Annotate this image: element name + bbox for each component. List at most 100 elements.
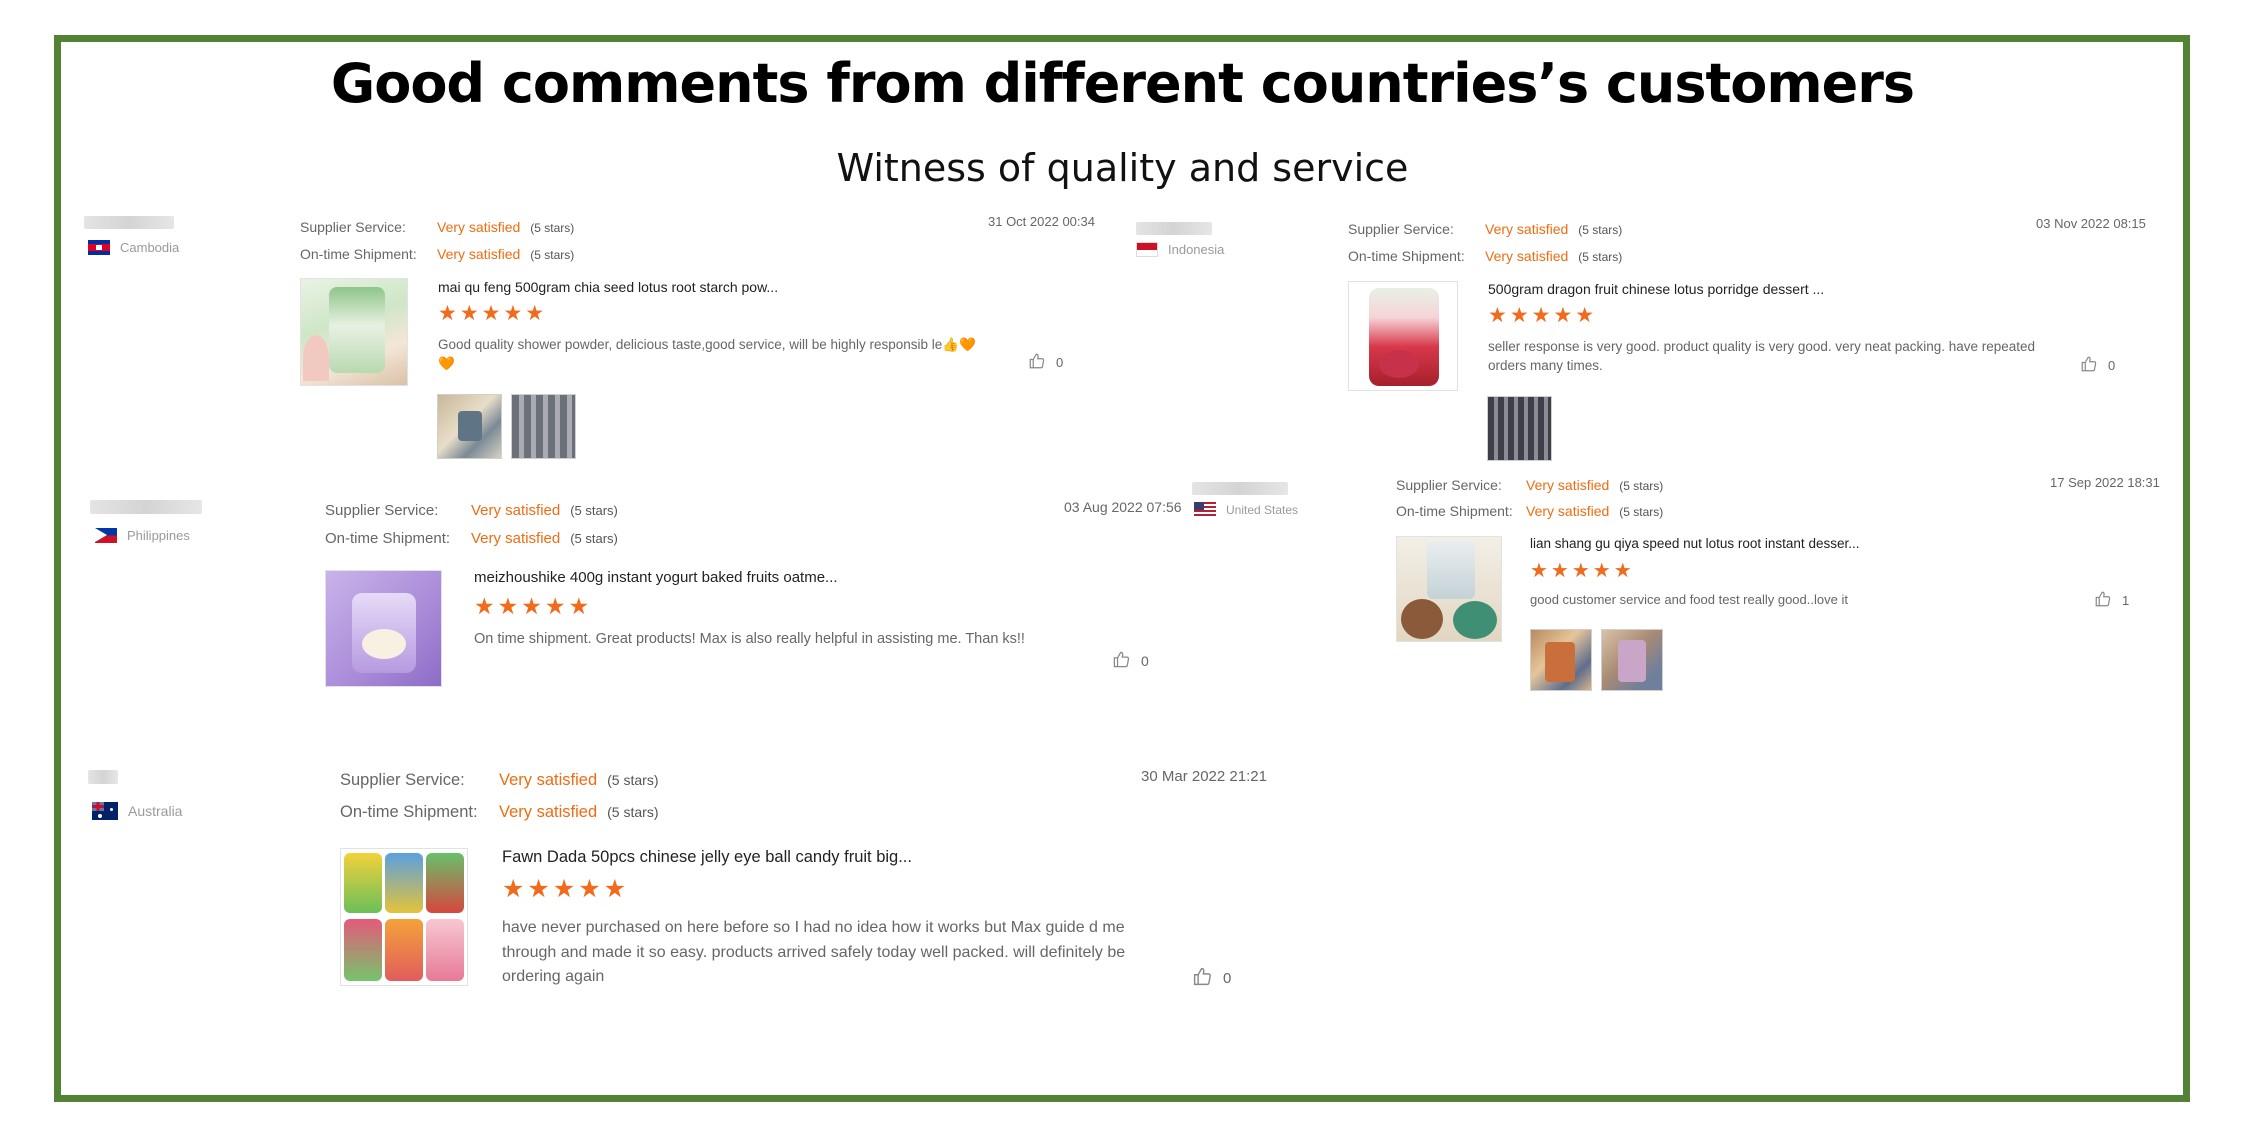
supplier-service-value: Very satisfied xyxy=(1526,477,1610,493)
review-comment: have never purchased on here before so I… xyxy=(502,919,1126,985)
page-title: Good comments from different countries’s… xyxy=(330,52,1915,115)
like-count: 1 xyxy=(2122,593,2130,608)
like-button[interactable]: 0 xyxy=(1192,966,1231,991)
review-comment: good customer service and food test real… xyxy=(1530,592,1848,607)
supplier-service-value: Very satisfied xyxy=(499,771,598,789)
philippines-flag-icon xyxy=(95,528,117,543)
shipment-row: On-time Shipment: Very satisfied (5 star… xyxy=(300,241,574,268)
product-title[interactable]: Fawn Dada 50pcs chinese jelly eye ball c… xyxy=(502,848,912,867)
supplier-service-row: Supplier Service: Very satisfied (5 star… xyxy=(300,214,574,241)
country-name: Cambodia xyxy=(120,240,180,255)
shipment-stars: (5 stars) xyxy=(1619,505,1664,519)
page-subtitle: Witness of quality and service xyxy=(836,146,1409,190)
like-button[interactable]: 1 xyxy=(2094,590,2129,611)
country-name: Australia xyxy=(128,803,183,819)
reviewer-country: Cambodia xyxy=(88,240,179,255)
like-button[interactable]: 0 xyxy=(1028,352,1063,373)
supplier-service-row: Supplier Service: Very satisfied (5 star… xyxy=(1396,473,1663,499)
product-title[interactable]: mai qu feng 500gram chia seed lotus root… xyxy=(438,279,778,295)
review-photo[interactable] xyxy=(437,394,502,459)
supplier-service-value: Very satisfied xyxy=(471,502,561,519)
supplier-service-stars: (5 stars) xyxy=(1619,479,1664,493)
supplier-service-stars: (5 stars) xyxy=(1578,223,1623,237)
star-rating: ★★★★★ xyxy=(1488,304,1598,327)
review-photo[interactable] xyxy=(1487,396,1552,461)
product-image[interactable] xyxy=(1348,281,1458,391)
like-button[interactable]: 0 xyxy=(1112,650,1149,672)
reviewer-name-blurred xyxy=(84,216,174,229)
review-comment: Good quality shower powder, delicious ta… xyxy=(438,337,976,371)
star-rating: ★★★★★ xyxy=(474,593,593,619)
supplier-service-label: Supplier Service: xyxy=(340,771,465,789)
shipment-value: Very satisfied xyxy=(1485,248,1569,264)
review-date: 31 Oct 2022 00:34 xyxy=(988,214,1095,229)
thumbs-up-icon xyxy=(1028,352,1046,373)
country-name: United States xyxy=(1226,502,1299,517)
star-rating: ★★★★★ xyxy=(502,875,630,903)
country-name: Indonesia xyxy=(1168,242,1225,257)
shipment-stars: (5 stars) xyxy=(570,531,618,546)
supplier-service-label: Supplier Service: xyxy=(300,219,406,235)
ratings-block: Supplier Service: Very satisfied (5 star… xyxy=(300,214,574,268)
thumbs-up-icon xyxy=(2080,355,2098,376)
supplier-service-value: Very satisfied xyxy=(1485,221,1569,237)
product-image[interactable] xyxy=(340,848,468,986)
star-rating: ★★★★★ xyxy=(438,302,548,325)
shipment-row: On-time Shipment: Very satisfied (5 star… xyxy=(1396,499,1663,525)
review-comment: seller response is very good. product qu… xyxy=(1488,339,2036,373)
product-title[interactable]: 500gram dragon fruit chinese lotus porri… xyxy=(1488,281,1824,297)
review-photo[interactable] xyxy=(511,394,576,459)
shipment-label: On-time Shipment: xyxy=(1348,248,1465,264)
reviewer-country: Australia xyxy=(92,802,182,820)
review-date: 30 Mar 2022 21:21 xyxy=(1141,768,1267,785)
shipment-stars: (5 stars) xyxy=(607,804,659,820)
ratings-block: Supplier Service: Very satisfied (5 star… xyxy=(1348,216,1622,270)
like-count: 0 xyxy=(2108,358,2116,373)
shipment-value: Very satisfied xyxy=(1526,503,1610,519)
shipment-label: On-time Shipment: xyxy=(340,803,478,821)
shipment-value: Very satisfied xyxy=(471,530,561,547)
ratings-block: Supplier Service: Very satisfied (5 star… xyxy=(340,764,658,828)
supplier-service-stars: (5 stars) xyxy=(607,772,659,788)
supplier-service-label: Supplier Service: xyxy=(325,502,439,519)
product-title[interactable]: meizhoushike 400g instant yogurt baked f… xyxy=(474,569,838,586)
reviewer-name-blurred xyxy=(88,770,118,784)
shipment-row: On-time Shipment: Very satisfied (5 star… xyxy=(340,796,658,828)
like-button[interactable]: 0 xyxy=(2080,355,2115,376)
review-photos xyxy=(1487,396,1552,461)
shipment-value: Very satisfied xyxy=(437,246,521,262)
like-count: 0 xyxy=(1056,355,1064,370)
reviewer-name-blurred xyxy=(1136,222,1212,235)
shipment-stars: (5 stars) xyxy=(1578,250,1623,264)
review-date: 03 Aug 2022 07:56 xyxy=(1064,499,1182,515)
shipment-row: On-time Shipment: Very satisfied (5 star… xyxy=(1348,243,1622,270)
thumbs-up-icon xyxy=(2094,590,2112,611)
review-photo[interactable] xyxy=(1601,629,1663,691)
product-image[interactable] xyxy=(1396,536,1502,642)
supplier-service-stars: (5 stars) xyxy=(570,503,618,518)
supplier-service-row: Supplier Service: Very satisfied (5 star… xyxy=(340,764,658,796)
supplier-service-label: Supplier Service: xyxy=(1396,477,1502,493)
shipment-label: On-time Shipment: xyxy=(1396,503,1513,519)
australia-flag-icon xyxy=(92,802,118,820)
review-photos xyxy=(1530,629,1663,691)
thumbs-up-icon xyxy=(1112,650,1131,672)
product-title[interactable]: lian shang gu qiya speed nut lotus root … xyxy=(1530,536,1859,551)
shipment-label: On-time Shipment: xyxy=(300,246,417,262)
ratings-block: Supplier Service: Very satisfied (5 star… xyxy=(325,497,618,553)
review-date: 17 Sep 2022 18:31 xyxy=(2050,475,2160,490)
united-states-flag-icon xyxy=(1194,502,1216,517)
supplier-service-row: Supplier Service: Very satisfied (5 star… xyxy=(325,497,618,525)
product-image[interactable] xyxy=(300,278,408,386)
reviewer-country: Indonesia xyxy=(1136,242,1224,257)
product-image[interactable] xyxy=(325,570,442,687)
supplier-service-value: Very satisfied xyxy=(437,219,521,235)
review-photo[interactable] xyxy=(1530,629,1592,691)
shipment-stars: (5 stars) xyxy=(530,248,575,262)
star-rating: ★★★★★ xyxy=(1530,560,1635,582)
like-count: 0 xyxy=(1141,653,1149,669)
supplier-service-label: Supplier Service: xyxy=(1348,221,1454,237)
like-count: 0 xyxy=(1223,970,1232,987)
country-name: Philippines xyxy=(127,528,190,543)
thumbs-up-icon xyxy=(1192,966,1213,991)
